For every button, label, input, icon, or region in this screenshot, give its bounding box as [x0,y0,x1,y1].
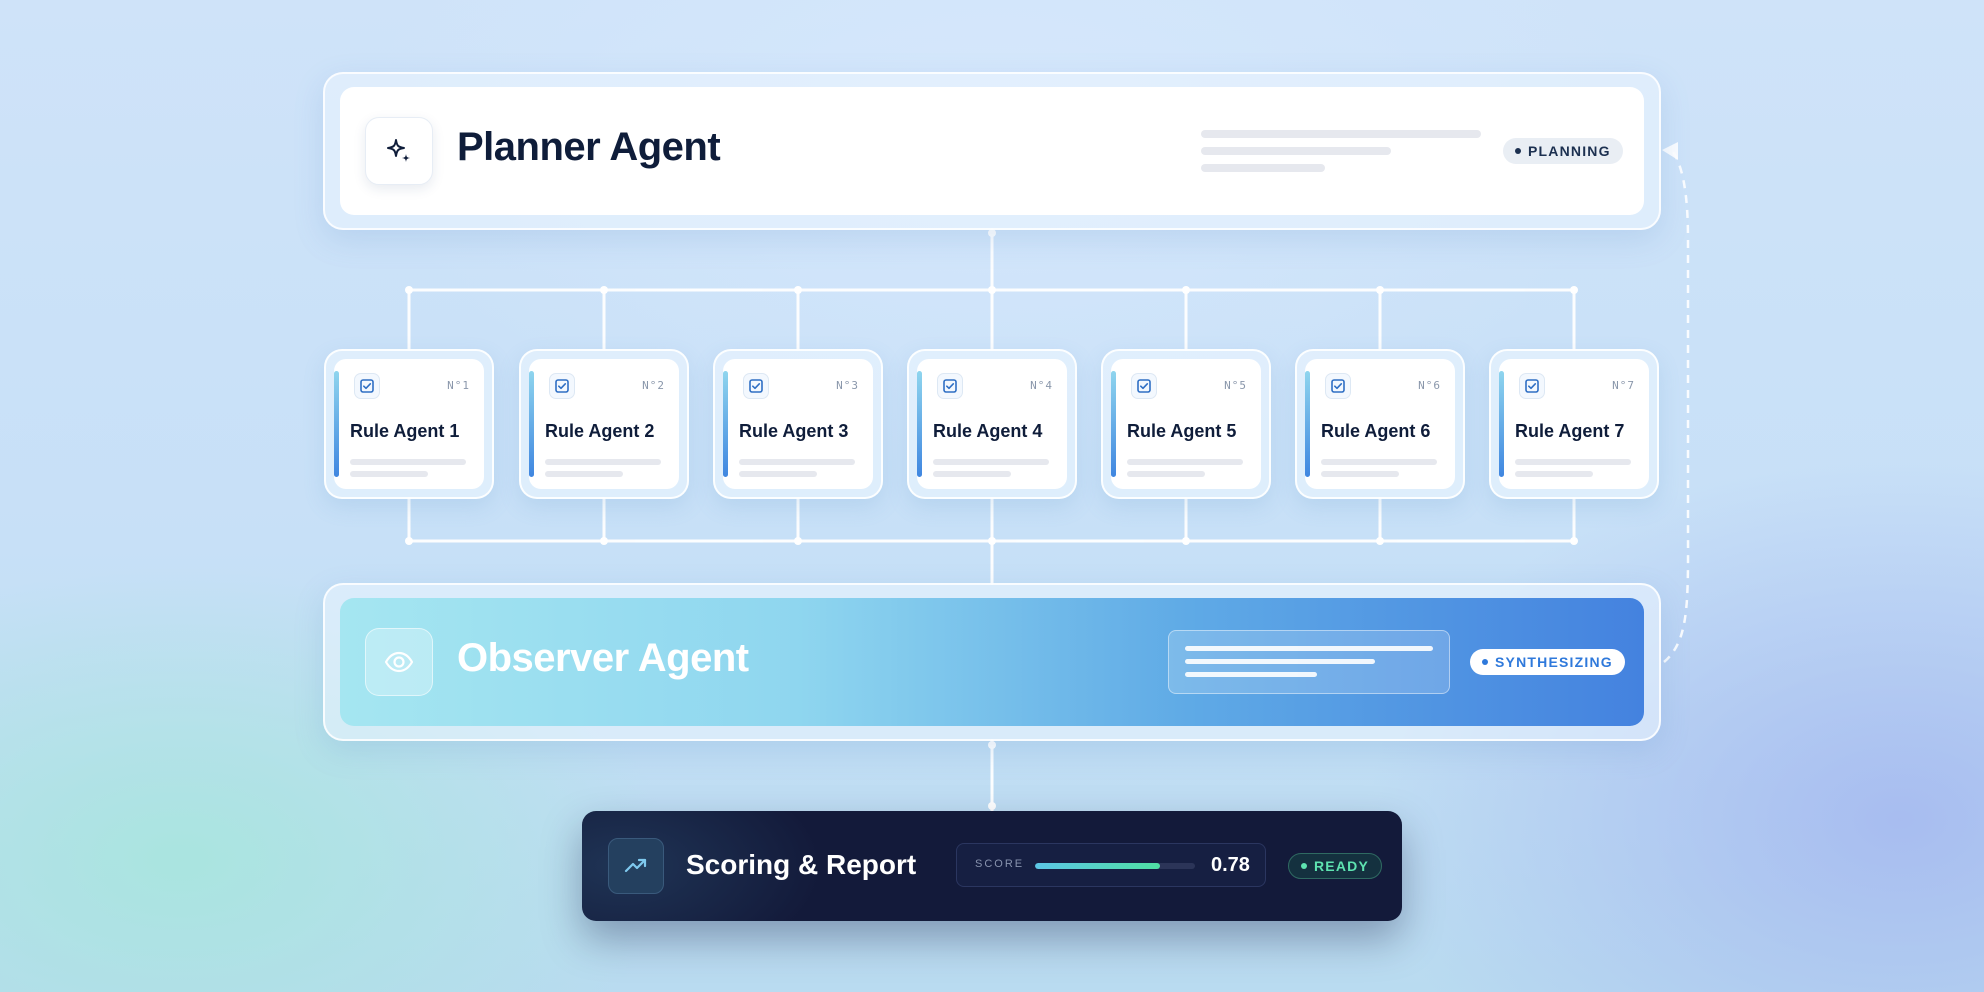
planner-agent-card[interactable]: Planner Agent PLANNING [340,87,1644,215]
rule-skeleton-line [545,459,661,465]
rule-skeleton-line [1127,459,1243,465]
checkbox-icon [1131,373,1157,399]
rule-agent-number: N°7 [1612,379,1635,392]
eye-icon [384,651,414,673]
rule-agent-card-2[interactable]: N°2 Rule Agent 2 [519,349,689,499]
rule-agent-title: Rule Agent 4 [933,421,1043,441]
rule-skeleton-line [545,471,623,477]
observer-summary-panel [1168,630,1450,694]
rule-skeleton-line [739,459,855,465]
observer-skeleton-line [1185,659,1375,664]
rule-skeleton-line [1515,471,1593,477]
scoring-icon-tile [608,838,664,894]
planner-skeleton-line [1201,164,1325,172]
rule-skeleton-line [739,471,817,477]
rule-accent-bar [1111,371,1116,477]
pipeline-diagram: Planner Agent PLANNING N°1 Rule Agent 1 [0,0,1984,992]
scoring-status-text: READY [1314,858,1370,874]
rule-skeleton-line [1321,459,1437,465]
rule-skeleton-line [350,471,428,477]
planner-skeleton-line [1201,147,1391,155]
scoring-report-card[interactable]: Scoring & Report SCORE 0.78 READY [582,811,1402,921]
rule-skeleton-line [933,459,1049,465]
rule-accent-bar [917,371,922,477]
rule-agent-title: Rule Agent 1 [350,421,460,441]
rule-accent-bar [1305,371,1310,477]
rule-agent-title: Rule Agent 5 [1127,421,1237,441]
rule-accent-bar [529,371,534,477]
scoring-status-badge: READY [1288,853,1383,879]
checkbox-icon [1519,373,1545,399]
rule-skeleton-line [350,459,466,465]
rule-skeleton-line [933,471,1011,477]
status-dot [1515,148,1521,154]
checkbox-icon [1325,373,1351,399]
planner-skeleton-line [1201,130,1481,138]
rule-accent-bar [334,371,339,477]
observer-status-badge: SYNTHESIZING [1470,649,1625,675]
checkbox-icon [937,373,963,399]
observer-skeleton-line [1185,646,1433,651]
checkbox-icon [743,373,769,399]
planner-title: Planner Agent [457,125,721,169]
rule-agent-number: N°4 [1030,379,1053,392]
rule-agent-card-7[interactable]: N°7 Rule Agent 7 [1489,349,1659,499]
planner-status-badge: PLANNING [1503,138,1623,164]
rule-agent-number: N°3 [836,379,859,392]
observer-skeleton-line [1185,672,1317,677]
rule-accent-bar [1499,371,1504,477]
rule-accent-bar [723,371,728,477]
scoring-title: Scoring & Report [686,849,917,880]
rule-agent-title: Rule Agent 2 [545,421,655,441]
sparkles-icon [387,139,410,162]
score-label: SCORE [975,858,1025,870]
rule-agent-card-5[interactable]: N°5 Rule Agent 5 [1101,349,1271,499]
rule-agent-title: Rule Agent 3 [739,421,849,441]
rule-agent-title: Rule Agent 6 [1321,421,1431,441]
observer-title: Observer Agent [457,636,749,680]
observer-icon-tile [365,628,433,696]
rule-agent-number: N°2 [642,379,665,392]
planner-icon-tile [365,117,433,185]
rule-skeleton-line [1321,471,1399,477]
rule-skeleton-line [1127,471,1205,477]
observer-agent-card[interactable]: Observer Agent SYNTHESIZING [340,598,1644,726]
rule-agent-number: N°6 [1418,379,1441,392]
planner-status-text: PLANNING [1528,143,1611,159]
rule-agent-card-6[interactable]: N°6 Rule Agent 6 [1295,349,1465,499]
trending-up-icon [624,858,647,873]
checkbox-icon [354,373,380,399]
rule-agent-number: N°1 [447,379,470,392]
status-dot [1482,659,1488,665]
rule-agent-title: Rule Agent 7 [1515,421,1625,441]
score-progress-track [1035,863,1195,869]
score-progress-fill [1035,863,1160,869]
rule-agent-card-4[interactable]: N°4 Rule Agent 4 [907,349,1077,499]
status-dot [1301,863,1307,869]
score-meter: SCORE 0.78 [956,843,1266,887]
checkbox-icon [549,373,575,399]
observer-status-text: SYNTHESIZING [1495,654,1613,670]
score-value: 0.78 [1211,854,1250,876]
rule-agent-card-3[interactable]: N°3 Rule Agent 3 [713,349,883,499]
rule-agent-card-1[interactable]: N°1 Rule Agent 1 [324,349,494,499]
rule-skeleton-line [1515,459,1631,465]
rule-agent-number: N°5 [1224,379,1247,392]
